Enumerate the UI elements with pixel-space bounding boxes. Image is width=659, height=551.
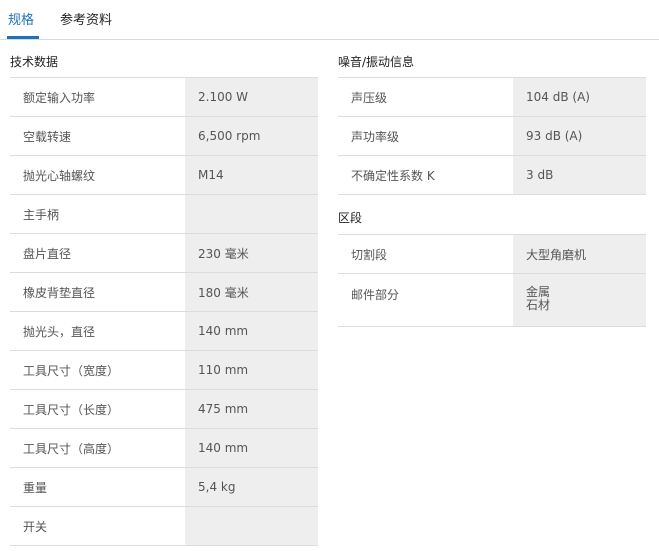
table-row: 抛光头，直径 140 mm — [10, 311, 318, 351]
spec-value — [185, 506, 318, 546]
spec-value: 475 mm — [185, 389, 318, 429]
spec-value: 大型角磨机 — [513, 234, 646, 274]
spec-key: 切割段 — [338, 234, 513, 274]
spec-key: 声功率级 — [338, 116, 513, 156]
table-row: 开关 — [10, 506, 318, 546]
spec-value: 230 毫米 — [185, 233, 318, 273]
spec-key: 抛光心轴螺纹 — [10, 155, 185, 195]
spec-key: 工具尺寸（长度） — [10, 389, 185, 429]
spec-value: 140 mm — [185, 428, 318, 468]
table-row: 声功率级 93 dB (A) — [338, 116, 646, 156]
tab-references[interactable]: 参考资料 — [60, 9, 112, 28]
spec-value: 6,500 rpm — [185, 116, 318, 156]
table-row: 重量 5,4 kg — [10, 467, 318, 507]
segment-title: 区段 — [338, 211, 363, 225]
table-row: 不确定性系数 K3 dB — [338, 155, 646, 195]
spec-value: 180 毫米 — [185, 272, 318, 312]
spec-value: 110 mm — [185, 350, 318, 390]
active-tab-indicator — [7, 36, 39, 39]
spec-key: 抛光头，直径 — [10, 311, 185, 351]
spec-key: 不确定性系数 K — [338, 155, 513, 195]
spec-key: 盘片直径 — [10, 233, 185, 273]
spec-value: 104 dB (A) — [513, 77, 646, 117]
tab-bar: 规格 参考资料 — [0, 0, 659, 40]
noise-info-title: 噪音/振动信息 — [338, 55, 415, 69]
spec-value — [185, 194, 318, 234]
spec-key: 重量 — [10, 467, 185, 507]
noise-info-table: 声压级 104 dB (A) 声功率级 93 dB (A) 不确定性系数 K3 dB — [338, 77, 646, 195]
table-row: 盘片直径 230 毫米 — [10, 233, 318, 273]
table-row: 额定输入功率 2.100 W — [10, 77, 318, 117]
tech-data-table: 额定输入功率 2.100 W 空载转速 6,500 rpm 抛光心轴螺纹 M14 主手… — [10, 77, 318, 546]
table-row: 空载转速 6,500 rpm — [10, 116, 318, 156]
table-row: 橡皮背垫直径 180 毫米 — [10, 272, 318, 312]
spec-key: 工具尺寸（宽度） — [10, 350, 185, 390]
spec-key: 邮件部分 — [338, 273, 513, 327]
spec-value-line: 石材 — [526, 298, 551, 312]
segment-table: 切割段 大型角磨机 邮件部分 金属 石材 — [338, 234, 646, 327]
table-row: 切割段 大型角磨机 — [338, 234, 646, 274]
spec-key: 空载转速 — [10, 116, 185, 156]
spec-value: 金属 石材 — [513, 273, 646, 327]
spec-value: 93 dB (A) — [513, 116, 646, 156]
spec-key: 主手柄 — [10, 194, 185, 234]
spec-value: 5,4 kg — [185, 467, 318, 507]
table-row: 主手柄 — [10, 194, 318, 234]
table-row: 抛光心轴螺纹 M14 — [10, 155, 318, 195]
tech-data-title: 技术数据 — [10, 55, 59, 69]
table-row: 工具尺寸（高度） 140 mm — [10, 428, 318, 468]
table-row: 邮件部分 金属 石材 — [338, 273, 646, 327]
table-row: 工具尺寸（长度） 475 mm — [10, 389, 318, 429]
table-row: 工具尺寸（宽度） 110 mm — [10, 350, 318, 390]
spec-key: 声压级 — [338, 77, 513, 117]
spec-key: 橡皮背垫直径 — [10, 272, 185, 312]
spec-key: 工具尺寸（高度） — [10, 428, 185, 468]
spec-key: 额定输入功率 — [10, 77, 185, 117]
spec-value: 140 mm — [185, 311, 318, 351]
spec-value: 3 dB — [513, 155, 646, 195]
table-row: 声压级 104 dB (A) — [338, 77, 646, 117]
tab-specs[interactable]: 规格 — [8, 9, 34, 28]
spec-value: M14 — [185, 155, 318, 195]
spec-key: 开关 — [10, 506, 185, 546]
spec-value: 2.100 W — [185, 77, 318, 117]
